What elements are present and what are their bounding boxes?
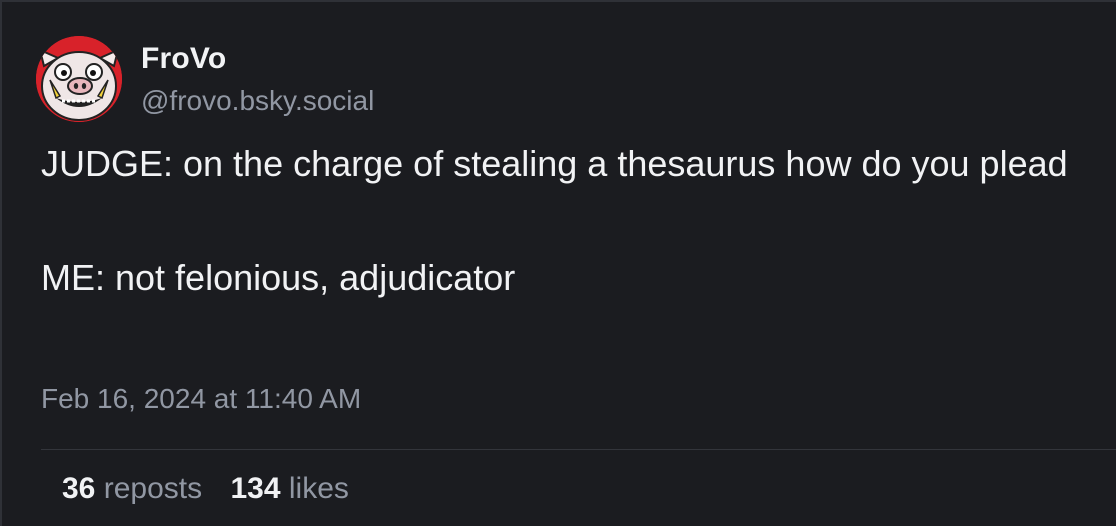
post-line-me: ME: not felonious, adjudicator (41, 257, 516, 298)
post-stats: 36 reposts 134 likes (62, 472, 349, 506)
likes-count: 134 (230, 472, 281, 505)
post-timestamp[interactable]: Feb 16, 2024 at 11:40 AM (41, 383, 361, 415)
post-card: FroVo @frovo.bsky.social JUDGE: on the c… (0, 0, 1116, 526)
likes-stat[interactable]: 134 likes (230, 472, 348, 506)
post-line-judge: JUDGE: on the charge of stealing a thesa… (41, 143, 1068, 184)
avatar[interactable] (36, 36, 122, 122)
divider (41, 449, 1116, 450)
reposts-stat[interactable]: 36 reposts (62, 472, 202, 506)
likes-label: likes (288, 472, 349, 505)
post-text: JUDGE: on the charge of stealing a thesa… (41, 143, 1101, 299)
display-name[interactable]: FroVo (141, 42, 226, 76)
author-handle[interactable]: @frovo.bsky.social (141, 85, 374, 117)
reposts-label: reposts (103, 472, 203, 505)
pig-face-icon (36, 36, 122, 122)
reposts-count: 36 (62, 472, 96, 505)
